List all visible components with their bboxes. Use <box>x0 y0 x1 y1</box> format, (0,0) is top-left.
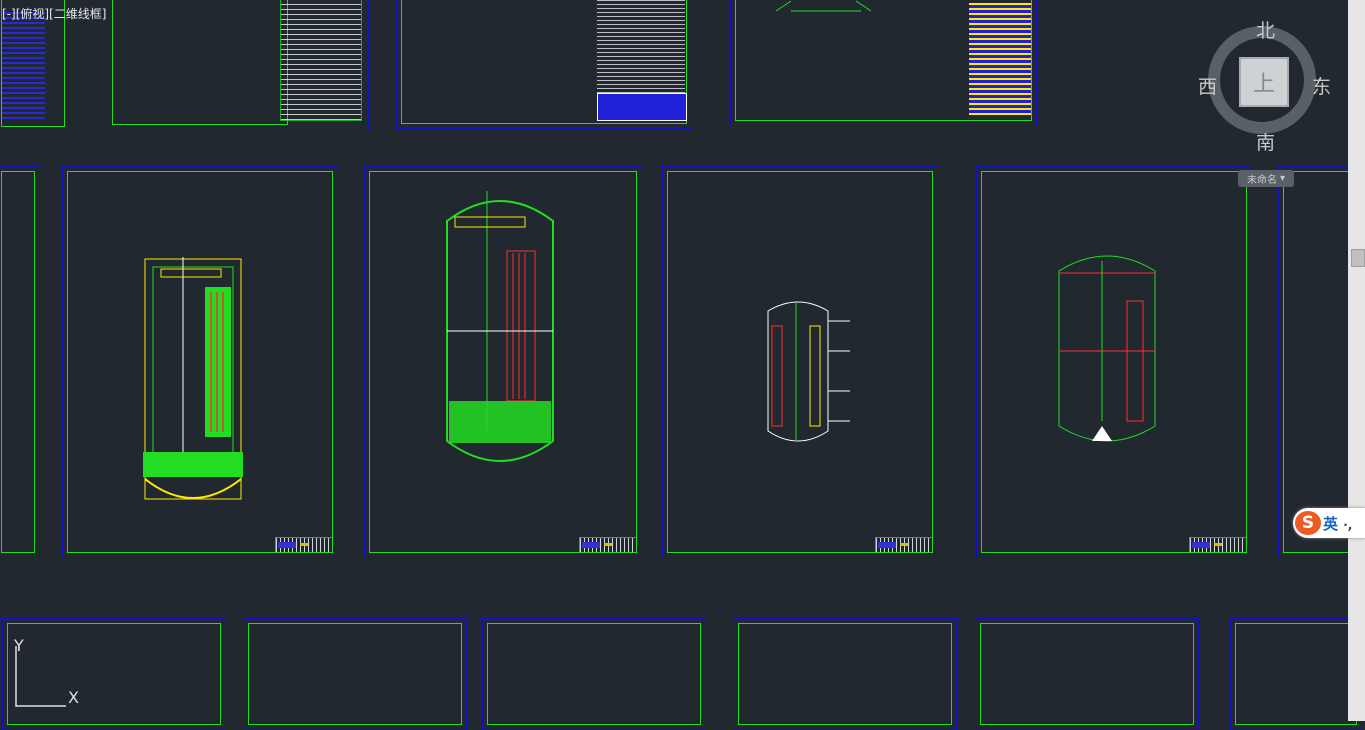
sheet-frame <box>112 0 288 125</box>
compass-north[interactable]: 北 <box>1256 16 1275 43</box>
ime-punct: ·, <box>1343 518 1353 532</box>
compass-east[interactable]: 东 <box>1312 72 1331 99</box>
wcs-menu[interactable]: 未命名 ▾ <box>1238 170 1294 187</box>
ime-mode-label[interactable]: 英 ·, <box>1323 513 1352 534</box>
drawing-sheet <box>730 0 1037 126</box>
reactor-drawing <box>143 257 243 500</box>
drawing-sheet <box>975 618 1199 730</box>
viewport-controls-label[interactable]: [-][俯视][二维线框] <box>2 5 106 22</box>
sheet-frame <box>1235 623 1357 725</box>
drawing-sheet <box>99 0 369 130</box>
compass-west[interactable]: 西 <box>1198 72 1217 99</box>
ime-toolbar[interactable]: S 英 ·, <box>1293 508 1365 538</box>
title-block <box>1189 537 1247 553</box>
ucs-y-label: Y <box>14 636 24 655</box>
drawing-sheet <box>364 166 642 558</box>
compass-south[interactable]: 南 <box>1256 128 1275 155</box>
sogou-icon[interactable]: S <box>1295 511 1321 535</box>
wcs-label: 未命名 <box>1246 175 1277 186</box>
reactor-drawing <box>767 301 850 442</box>
spec-table <box>969 3 1031 115</box>
scrollbar-thumb[interactable] <box>1351 249 1365 267</box>
drawing-sheet <box>396 0 692 129</box>
title-block <box>875 537 933 553</box>
reactor-drawing <box>446 191 554 462</box>
ucs-icon: Y X <box>10 636 90 716</box>
drawing-sheet <box>1230 618 1362 730</box>
chevron-down-icon: ▾ <box>1279 173 1286 184</box>
drawing-sheet <box>482 618 706 730</box>
vessel-top-view <box>775 0 872 12</box>
sheet-frame <box>248 623 462 725</box>
title-block <box>275 537 333 553</box>
title-block <box>579 537 637 553</box>
title-block <box>597 93 687 121</box>
drawing-sheet <box>662 166 938 558</box>
drawing-sheet <box>243 618 467 730</box>
drawing-sheet <box>0 166 40 558</box>
spec-table <box>597 0 685 93</box>
sheet-frame <box>487 623 701 725</box>
viewcube-top-face[interactable]: 上 <box>1239 57 1289 107</box>
model-space-canvas[interactable] <box>0 0 1365 730</box>
drawing-sheet <box>733 618 957 730</box>
drawing-sheet <box>62 166 338 558</box>
drawing-sheet <box>976 166 1252 558</box>
reactor-drawing <box>1058 255 1156 442</box>
spec-table <box>280 0 362 121</box>
ime-mode: 英 <box>1323 515 1339 533</box>
ucs-x-label: X <box>68 688 79 707</box>
sheet-frame <box>1 171 35 553</box>
sheet-frame <box>980 623 1194 725</box>
vertical-scrollbar[interactable] <box>1348 0 1365 721</box>
sheet-frame <box>738 623 952 725</box>
viewcube[interactable]: 上 北 南 东 西 <box>1198 20 1334 156</box>
